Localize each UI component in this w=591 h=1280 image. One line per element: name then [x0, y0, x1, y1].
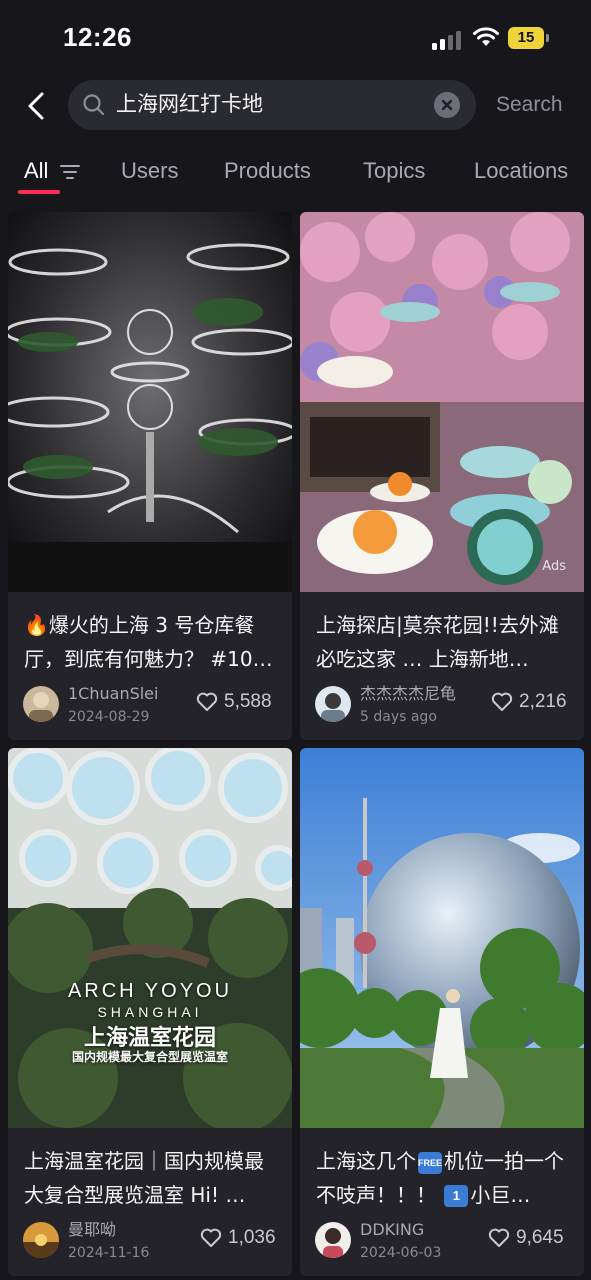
- back-arrow-icon[interactable]: [24, 90, 48, 122]
- author-name[interactable]: 1ChuanSlei: [68, 684, 158, 704]
- title-part: 上海这几个: [316, 1149, 416, 1173]
- search-icon: [83, 94, 105, 116]
- like-count: 1,036: [228, 1227, 276, 1248]
- post-cover-image[interactable]: Ads: [300, 212, 584, 592]
- avatar[interactable]: [315, 1222, 351, 1258]
- author-name[interactable]: 杰杰杰杰尼龟: [360, 684, 456, 704]
- keycap-one-icon: 1: [444, 1185, 469, 1207]
- post-cover-image[interactable]: [8, 212, 292, 592]
- search-input[interactable]: 上海网红打卡地: [68, 80, 476, 130]
- heart-icon[interactable]: [200, 1228, 222, 1248]
- heart-icon[interactable]: [491, 692, 513, 712]
- search-query[interactable]: 上海网红打卡地: [116, 90, 263, 118]
- filter-icon[interactable]: [60, 164, 80, 180]
- avatar[interactable]: [315, 686, 351, 722]
- tab-users[interactable]: Users: [121, 156, 178, 186]
- ads-badge: Ads: [542, 559, 566, 574]
- avatar[interactable]: [23, 1222, 59, 1258]
- free-emoji-icon: FREE: [418, 1152, 442, 1174]
- title-part: 小巨…: [470, 1183, 531, 1207]
- result-card[interactable]: 🔥爆火的上海 3 号仓库餐厅，到底有何魅力？ #10… 1ChuanSlei 2…: [8, 212, 292, 740]
- clear-icon[interactable]: [434, 92, 460, 118]
- signal-icon: [432, 28, 464, 50]
- result-card[interactable]: Ads 上海探店|莫奈花园!!去外滩必吃这家 … 上海新地… 杰杰杰杰尼龟 5 …: [300, 212, 584, 740]
- search-header: 上海网红打卡地 Search: [0, 80, 591, 132]
- tab-all[interactable]: All: [24, 156, 48, 186]
- status-time: 12:26: [63, 22, 132, 52]
- overlay-line: SHANGHAI: [97, 1004, 203, 1020]
- like-count: 5,588: [224, 691, 272, 712]
- post-title[interactable]: 上海温室花园｜国内规模最大复合型展览温室 Hi! …: [24, 1144, 280, 1212]
- heart-icon[interactable]: [488, 1228, 510, 1248]
- post-date: 2024-11-16: [68, 1245, 150, 1261]
- overlay-line: ARCH YOYOU: [67, 980, 233, 1002]
- battery-indicator: 15: [508, 27, 544, 49]
- like-count: 9,645: [516, 1227, 564, 1248]
- status-bar: 12:26 15: [0, 0, 591, 78]
- author-name[interactable]: DDKING: [360, 1220, 424, 1240]
- post-title[interactable]: 上海探店|莫奈花园!!去外滩必吃这家 … 上海新地…: [316, 608, 572, 676]
- post-date: 2024-08-29: [68, 709, 150, 725]
- post-date: 2024-06-03: [360, 1245, 442, 1261]
- post-title[interactable]: 上海这几个 FREE机位一拍一个不吱声！！！ 1 小巨…: [316, 1144, 572, 1212]
- author-name[interactable]: 曼耶呦: [68, 1220, 116, 1240]
- tab-locations[interactable]: Locations: [474, 156, 568, 186]
- search-button[interactable]: Search: [496, 91, 563, 119]
- tab-products[interactable]: Products: [224, 156, 311, 186]
- active-tab-indicator: [18, 190, 60, 194]
- heart-icon[interactable]: [196, 692, 218, 712]
- post-cover-image[interactable]: [300, 748, 584, 1128]
- battery-nub: [546, 34, 549, 42]
- wifi-icon: [473, 27, 499, 46]
- avatar[interactable]: [23, 686, 59, 722]
- result-card[interactable]: ARCH YOYOU SHANGHAI 上海温室花园 国内规模最大复合型展览温室…: [8, 748, 292, 1276]
- overlay-line: 国内规模最大复合型展览温室: [71, 1050, 228, 1064]
- like-count: 2,216: [519, 691, 567, 712]
- tab-topics[interactable]: Topics: [363, 156, 425, 186]
- post-date: 5 days ago: [360, 709, 437, 725]
- post-cover-image[interactable]: ARCH YOYOU SHANGHAI 上海温室花园 国内规模最大复合型展览温室: [8, 748, 292, 1128]
- post-title[interactable]: 🔥爆火的上海 3 号仓库餐厅，到底有何魅力？ #10…: [24, 608, 280, 676]
- result-card[interactable]: 上海这几个 FREE机位一拍一个不吱声！！！ 1 小巨… DDKING 2024-0…: [300, 748, 584, 1276]
- result-tabs: All Users Products Topics Locations: [0, 150, 591, 198]
